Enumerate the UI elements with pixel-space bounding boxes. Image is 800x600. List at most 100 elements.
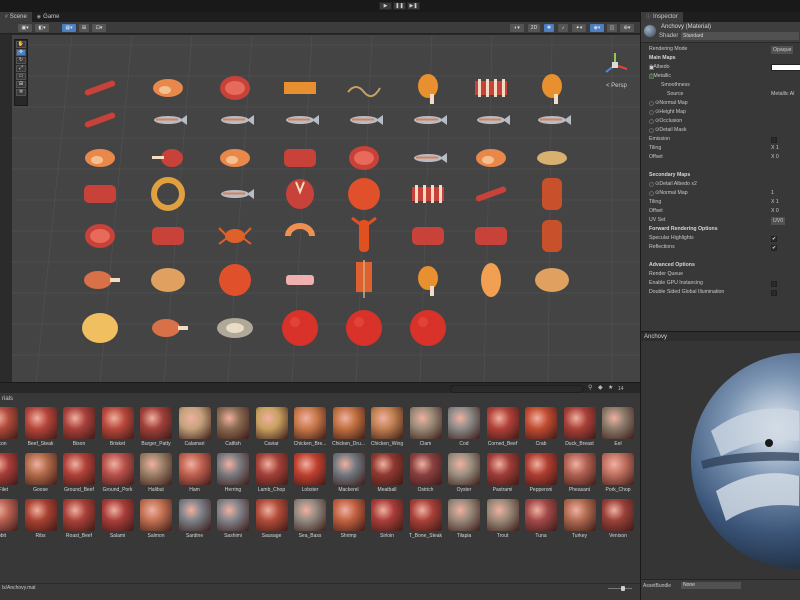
pause-icon[interactable]: ❚❚ xyxy=(393,2,406,10)
asset-item[interactable]: Mackerel xyxy=(329,453,369,503)
asset-item[interactable]: Roast_Beef xyxy=(59,499,99,549)
asset-item[interactable]: Tilapia xyxy=(444,499,484,549)
filter-icon[interactable]: ⚲ xyxy=(588,384,592,391)
property-row[interactable]: Specular Highlights ✔ xyxy=(641,234,800,243)
play-icon[interactable]: ▶ xyxy=(379,2,392,10)
tab-game[interactable]: ◉ Game xyxy=(32,12,65,22)
asset-item[interactable]: Lamb_Chop xyxy=(252,453,292,503)
scene-object-steak[interactable] xyxy=(85,224,115,248)
asset-item[interactable]: Chicken_Wing xyxy=(367,407,407,457)
property-row[interactable]: Emission xyxy=(641,135,800,144)
scene-object-fish[interactable] xyxy=(221,189,254,199)
asset-item[interactable]: Pork_Chop xyxy=(598,453,638,503)
scene-object-lobster[interactable] xyxy=(351,216,377,252)
scene-object-meatball[interactable] xyxy=(346,310,382,346)
property-value[interactable]: X 1 xyxy=(771,144,779,153)
scene-object-salmon-steak[interactable] xyxy=(476,149,506,167)
albedo-color-swatch[interactable] xyxy=(771,64,800,71)
asset-item[interactable]: Ostrich xyxy=(406,453,446,503)
asset-item[interactable]: Meatball xyxy=(367,453,407,503)
asset-item[interactable]: Catfish xyxy=(213,407,253,457)
asset-item[interactable]: Eel xyxy=(598,407,638,457)
asset-item[interactable]: Trout xyxy=(483,499,523,549)
property-row[interactable]: ⊙Albedo xyxy=(641,63,800,72)
lighting-toggle-icon[interactable]: 2D xyxy=(528,24,540,32)
property-dropdown[interactable]: UV0 xyxy=(771,216,786,225)
property-value[interactable]: 1 xyxy=(771,189,774,198)
scene-object-meat[interactable] xyxy=(84,185,116,203)
scale-tool-icon[interactable]: ⤢ xyxy=(16,65,26,72)
scene-object-fish[interactable] xyxy=(286,115,319,125)
move-tool-icon[interactable]: ✥ xyxy=(16,49,26,56)
scene-object-drumstick[interactable] xyxy=(542,74,562,104)
tab-scene[interactable]: # Scene xyxy=(0,12,32,22)
icon-size-slider-knob[interactable] xyxy=(621,586,625,591)
texture-slot-icon[interactable] xyxy=(649,110,654,115)
scene-object-bacon[interactable] xyxy=(284,82,316,94)
material-preview[interactable] xyxy=(641,341,800,579)
scene-object-fish[interactable] xyxy=(414,153,447,163)
texture-slot-icon[interactable] xyxy=(649,101,654,106)
asset-item[interactable]: Sausage xyxy=(252,499,292,549)
asset-item[interactable]: Calamari xyxy=(175,407,215,457)
scene-object-bone[interactable] xyxy=(286,275,314,285)
shader-dropdown[interactable]: Standard xyxy=(681,32,799,40)
property-dropdown[interactable]: Opaque xyxy=(771,45,794,54)
gizmos-dropdown[interactable]: ⊕▾ xyxy=(620,24,634,32)
texture-slot-icon[interactable] xyxy=(649,191,654,196)
scene-object-rib[interactable] xyxy=(475,79,507,97)
property-checkbox[interactable]: ✔ xyxy=(771,245,777,251)
scene-object-breast[interactable] xyxy=(481,263,501,297)
label-filter-icon[interactable]: ◆ xyxy=(598,384,603,391)
property-row[interactable]: Enable GPU Instancing xyxy=(641,279,800,288)
scene-object-meat[interactable] xyxy=(475,227,507,245)
property-row[interactable]: ⊙Detail Mask xyxy=(641,126,800,135)
scene-object-ring[interactable] xyxy=(151,177,185,211)
asset-item[interactable]: Ground_Pork xyxy=(98,453,138,503)
scene-visibility-toggle[interactable]: ◉▾ xyxy=(590,24,604,32)
asset-item[interactable]: T_Bone_Steak xyxy=(406,499,446,549)
scene-object-roast[interactable] xyxy=(542,220,562,252)
asset-item[interactable]: Cod xyxy=(444,407,484,457)
property-row[interactable]: ⊙Metallic xyxy=(641,72,800,81)
property-checkbox[interactable] xyxy=(771,281,777,287)
asset-item[interactable]: Caviar xyxy=(252,407,292,457)
asset-item[interactable]: Beef_Steak xyxy=(21,407,61,457)
scene-object-meatball[interactable] xyxy=(282,310,318,346)
favorite-icon[interactable]: ★ xyxy=(608,384,613,391)
scene-viewport[interactable] xyxy=(12,35,640,382)
scene-object-fish[interactable] xyxy=(221,115,254,125)
property-row[interactable]: Double Sided Global Illumination xyxy=(641,288,800,297)
asset-item[interactable]: icon xyxy=(0,407,22,457)
scene-object-steak[interactable] xyxy=(220,76,250,100)
scene-object-steak[interactable] xyxy=(349,146,379,170)
asset-item[interactable]: Chicken_Dru... xyxy=(329,407,369,457)
asset-item[interactable]: Lobster xyxy=(290,453,330,503)
asset-item[interactable]: Oyster xyxy=(444,453,484,503)
asset-item[interactable]: Ribs xyxy=(21,499,61,549)
asset-item[interactable]: Salmon xyxy=(136,499,176,549)
asset-item[interactable]: Pepperoni xyxy=(521,453,561,503)
asset-item[interactable]: Tuna xyxy=(521,499,561,549)
asset-item[interactable]: Pastrami xyxy=(483,453,523,503)
metallic-texture-slot[interactable] xyxy=(649,74,654,79)
property-value[interactable]: Metallic Al xyxy=(771,90,794,99)
transform-tool-icon[interactable]: ⊞ xyxy=(16,81,26,88)
scene-object-drumstick[interactable] xyxy=(418,266,438,296)
property-row[interactable]: Offset X 0 xyxy=(641,207,800,216)
scene-object-fish[interactable] xyxy=(477,115,510,125)
property-row[interactable]: ⊙Normal Map xyxy=(641,99,800,108)
property-row[interactable]: Smoothness xyxy=(641,81,800,90)
snap-settings-dropdown[interactable]: ⊡▾ xyxy=(92,24,106,32)
breadcrumb[interactable]: rials xyxy=(0,394,13,404)
rotate-tool-icon[interactable]: ↻ xyxy=(16,57,26,64)
asset-item[interactable]: Clam xyxy=(406,407,446,457)
scene-object-ham[interactable] xyxy=(84,271,120,289)
scene-object-fish[interactable] xyxy=(538,115,571,125)
orientation-gizmo[interactable] xyxy=(600,50,630,80)
asset-item[interactable]: Chicken_Bre... xyxy=(290,407,330,457)
property-row[interactable]: ⊙Detail Albedo x2 xyxy=(641,180,800,189)
scene-object-meat[interactable] xyxy=(412,227,444,245)
asset-item[interactable]: Crab xyxy=(521,407,561,457)
scene-object-crab[interactable] xyxy=(218,227,252,245)
